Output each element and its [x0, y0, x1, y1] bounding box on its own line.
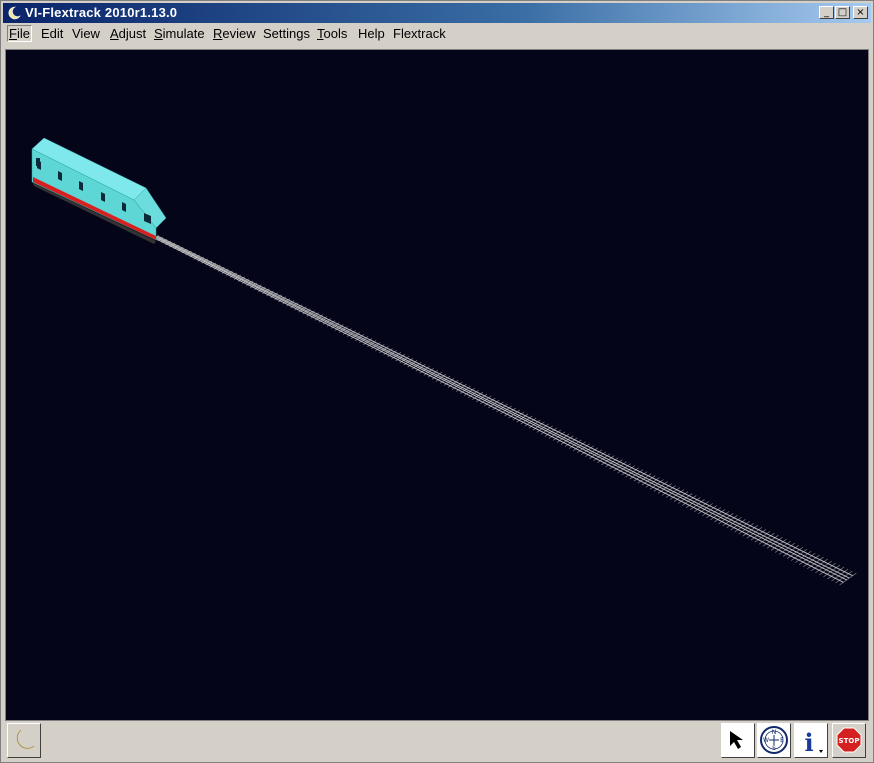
compass-icon: N S E W: [760, 726, 788, 754]
app-moon-icon: [8, 6, 21, 20]
track-line: [157, 235, 853, 577]
railway-track: [153, 234, 857, 586]
close-button[interactable]: ×: [853, 6, 868, 19]
title-bar[interactable]: VI-Flextrack 2010r1.13.0 _ □ ×: [3, 3, 871, 23]
compass-w: W: [763, 737, 769, 744]
maximize-icon: □: [837, 7, 848, 18]
window-title: VI-Flextrack 2010r1.13.0: [25, 5, 178, 20]
menu-file[interactable]: File: [7, 25, 32, 42]
minimize-icon: _: [824, 7, 829, 18]
3d-viewport[interactable]: [5, 49, 869, 721]
train-car: [31, 137, 167, 244]
menu-simulate[interactable]: Simulate: [152, 26, 207, 41]
moon-logo-icon: [16, 729, 35, 749]
compass-n: N: [772, 729, 777, 736]
menu-bar: File Edit View Adjust Simulate Review Se…: [3, 23, 871, 45]
bottom-toolbar: N S E W i STOP: [3, 723, 871, 761]
stop-label: STOP: [839, 737, 860, 745]
scene-canvas: [31, 137, 857, 586]
minimize-button[interactable]: _: [819, 6, 834, 19]
menu-tools[interactable]: Tools: [315, 26, 349, 41]
menu-view[interactable]: View: [70, 26, 102, 41]
maximize-button[interactable]: □: [835, 6, 850, 19]
menu-adjust[interactable]: Adjust: [108, 26, 148, 41]
track-line: [154, 237, 844, 583]
menu-help[interactable]: Help: [356, 26, 387, 41]
info-letter: i: [804, 728, 813, 757]
select-tool-button[interactable]: [721, 723, 755, 758]
stop-button[interactable]: STOP: [832, 723, 866, 758]
select-arrow-icon: [730, 731, 743, 749]
menu-flextrack[interactable]: Flextrack: [391, 26, 448, 41]
application-window: VI-Flextrack 2010r1.13.0 _ □ × File Edit…: [0, 0, 874, 763]
info-icon: i: [804, 728, 823, 757]
menu-review[interactable]: Review: [211, 26, 258, 41]
menu-edit[interactable]: Edit: [39, 26, 65, 41]
compass-button[interactable]: N S E W: [757, 723, 791, 758]
menu-settings[interactable]: Settings: [261, 26, 312, 41]
home-button[interactable]: [7, 723, 41, 758]
compass-s: S: [772, 745, 776, 752]
compass-e: E: [780, 737, 784, 744]
track-line: [156, 236, 850, 579]
info-button[interactable]: i: [794, 723, 828, 758]
track-line: [155, 236, 847, 581]
stop-icon: STOP: [836, 727, 862, 753]
close-icon: ×: [856, 7, 865, 18]
